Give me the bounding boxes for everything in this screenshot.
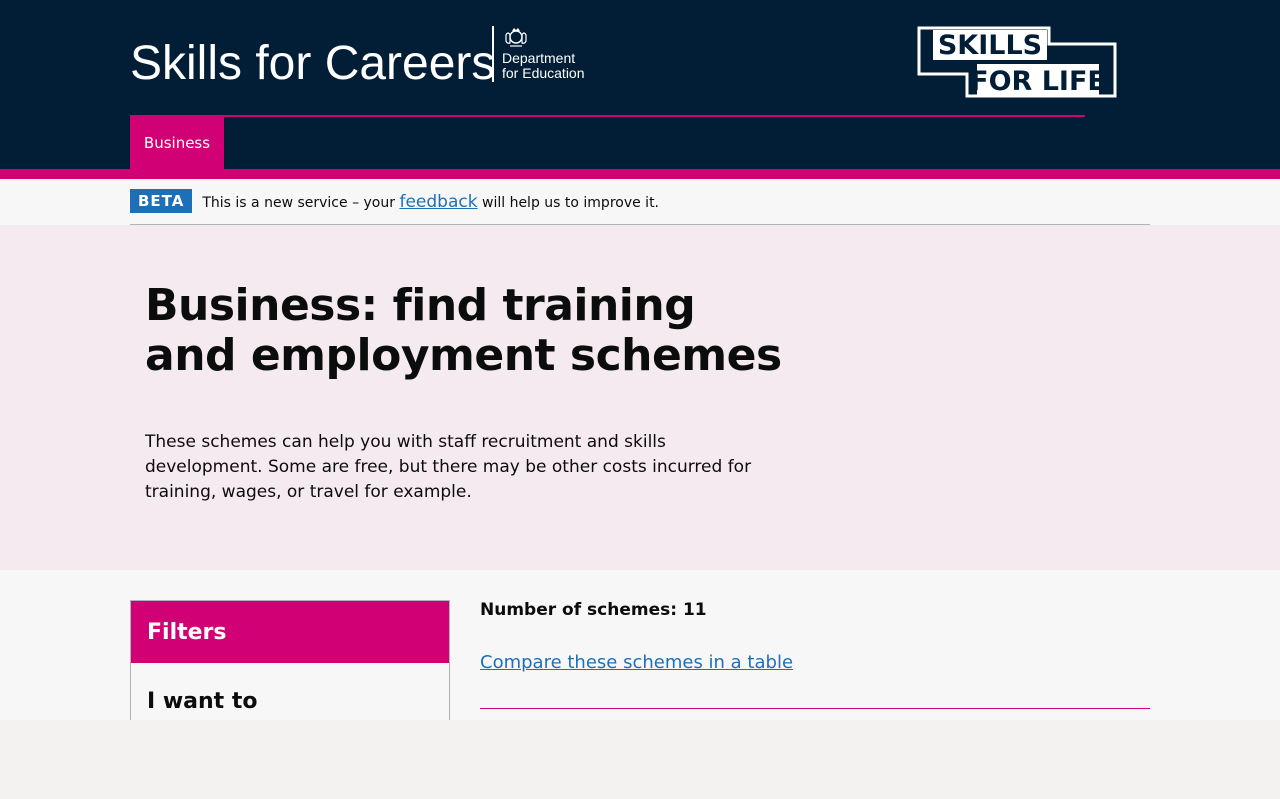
brand-stripe <box>0 169 1280 179</box>
phase-banner: BETA This is a new service – your feedba… <box>0 179 1280 225</box>
main-content: Filters I want to Number of schemes: 11 … <box>0 570 1280 720</box>
nav-tab-business[interactable]: Business <box>130 117 224 169</box>
filters-subheading: I want to <box>147 689 258 714</box>
site-header: Skills for Careers Department for Educat… <box>0 0 1280 169</box>
sfl-line2: FOR LIFE <box>970 66 1106 97</box>
compare-schemes-link[interactable]: Compare these schemes in a table <box>480 652 793 673</box>
feedback-link[interactable]: feedback <box>399 192 477 212</box>
dfe-logo[interactable]: Department for Education <box>492 26 585 82</box>
beta-text-before: This is a new service – your <box>202 194 400 211</box>
beta-text-after: will help us to improve it. <box>477 194 660 211</box>
header-inner: Skills for Careers Department for Educat… <box>130 0 1150 169</box>
site-title-link[interactable]: Skills for Careers <box>130 36 495 91</box>
sfl-line1: SKILLS <box>938 30 1042 61</box>
page-bottom <box>0 720 1280 799</box>
phase-banner-inner: BETA This is a new service – your feedba… <box>130 179 1150 225</box>
page-title: Business: find training and employment s… <box>145 280 782 381</box>
nav-divider <box>130 115 1085 117</box>
dfe-logo-line2: for Education <box>502 65 585 81</box>
royal-crest-icon <box>505 28 527 47</box>
scheme-count: Number of schemes: 11 <box>480 600 707 620</box>
filters-panel: Filters I want to <box>130 600 450 720</box>
beta-message: This is a new service – your feedback wi… <box>202 192 659 212</box>
skills-for-life-logo[interactable]: SKILLS FOR LIFE <box>917 26 1117 98</box>
page-description: These schemes can help you with staff re… <box>145 432 752 502</box>
results-divider <box>480 708 1150 709</box>
beta-tag: BETA <box>130 189 193 213</box>
filters-heading: Filters <box>131 601 449 663</box>
results-panel: Number of schemes: 11 Compare these sche… <box>480 600 1150 709</box>
hero-section: Business: find training and employment s… <box>0 225 1280 570</box>
dfe-logo-line1: Department <box>502 50 576 66</box>
